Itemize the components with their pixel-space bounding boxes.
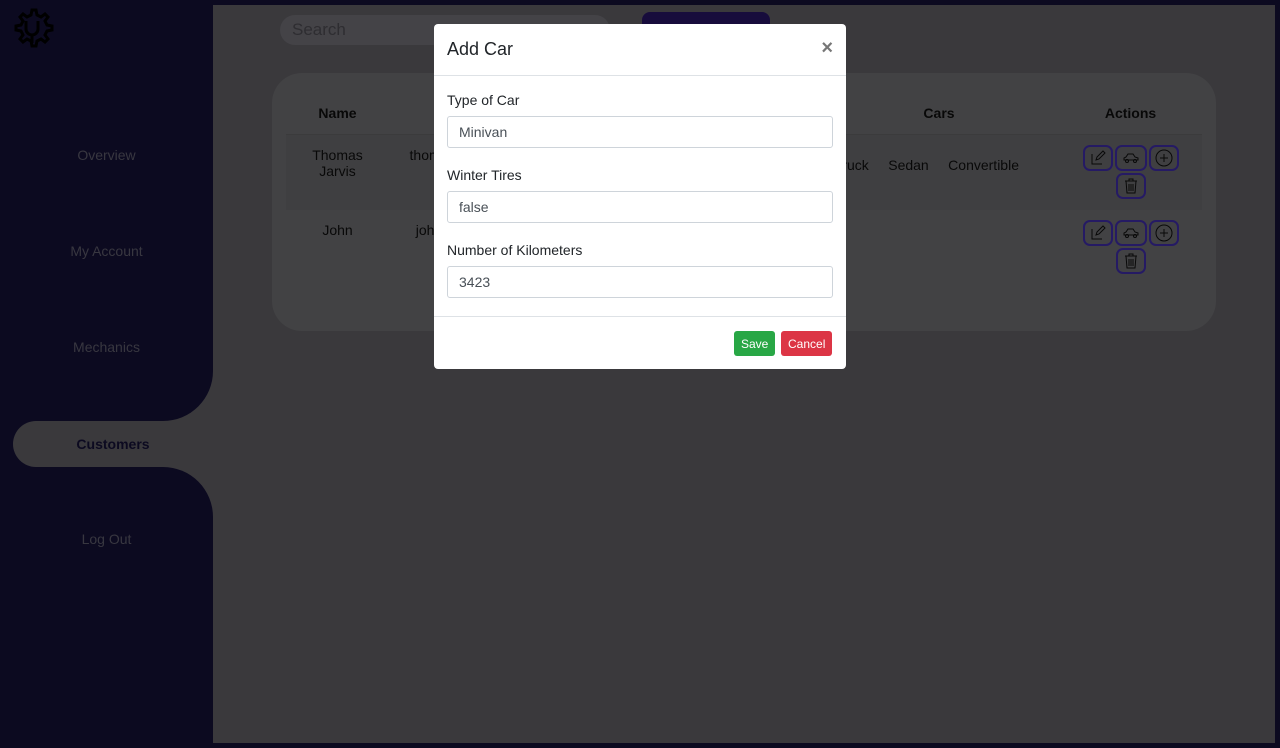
- winter-tires-label: Winter Tires: [447, 167, 522, 183]
- modal-title: Add Car: [447, 39, 514, 59]
- kilometers-label: Number of Kilometers: [447, 242, 583, 258]
- close-icon[interactable]: ×: [821, 37, 833, 60]
- kilometers-input[interactable]: [447, 266, 833, 298]
- cancel-button[interactable]: Cancel: [781, 331, 833, 356]
- add-car-modal: Add Car × Type of Car Winter Tires Numbe…: [434, 24, 846, 369]
- type-of-car-input[interactable]: [447, 116, 833, 148]
- save-button[interactable]: Save: [734, 331, 776, 356]
- type-of-car-label: Type of Car: [447, 92, 520, 108]
- winter-tires-input[interactable]: [447, 191, 833, 223]
